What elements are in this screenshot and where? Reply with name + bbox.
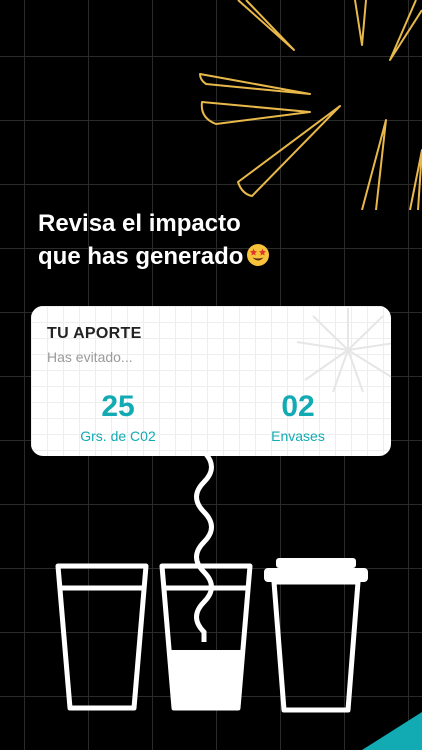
half-full-glass-icon [159, 563, 253, 711]
card-starburst-icon [296, 308, 391, 392]
card-title: TU APORTE [47, 325, 142, 342]
packaging-label: Envases [271, 428, 325, 444]
packaging-value: 02 [281, 390, 315, 423]
co2-label: Grs. de C02 [80, 428, 156, 444]
impact-card: TU APORTE Has evitado... 25 Grs. de C02 … [31, 306, 391, 456]
card-subtitle: Has evitado... [47, 349, 133, 365]
empty-glass-icon [55, 563, 149, 711]
corner-accent-shape [362, 712, 422, 750]
headline: Revisa el impacto que has generado [38, 207, 338, 273]
starburst-icon [199, 0, 422, 210]
headline-line-1: Revisa el impacto [38, 210, 241, 237]
star-struck-emoji-icon [247, 244, 270, 266]
co2-value: 25 [101, 390, 135, 423]
packaging-stat: 02 Envases [228, 390, 368, 444]
co2-stat: 25 Grs. de C02 [48, 390, 188, 444]
takeaway-cup-icon [264, 558, 368, 713]
headline-line-2: que has generado [38, 243, 244, 270]
